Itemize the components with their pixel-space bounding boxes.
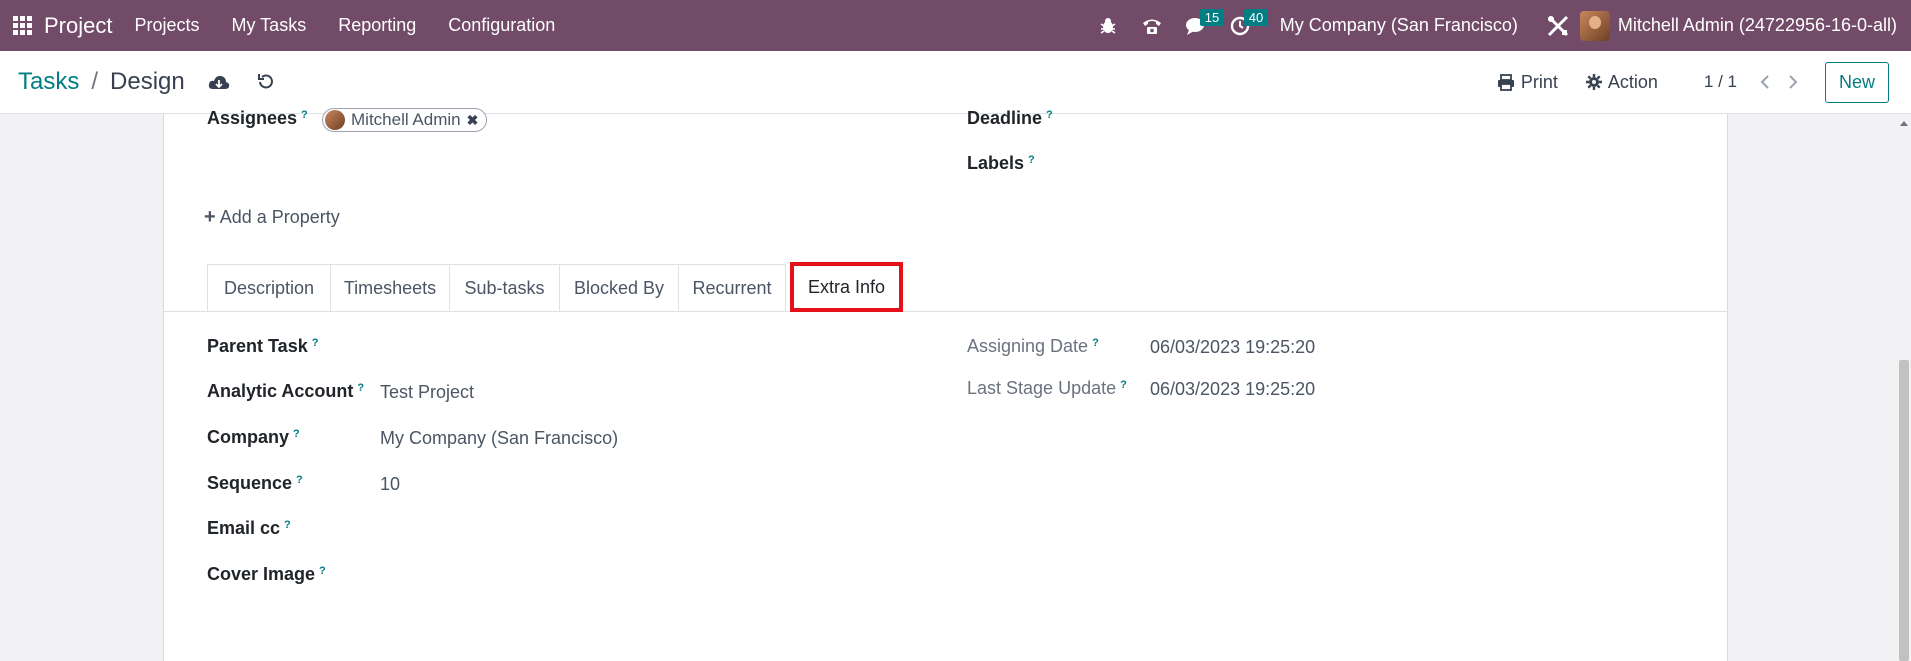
tab-blocked-by[interactable]: Blocked By xyxy=(559,264,679,311)
control-panel: Tasks / Design Print Action 1 / 1 New xyxy=(0,51,1911,114)
sequence-label: Sequence? xyxy=(207,473,303,493)
save-cloud-icon[interactable] xyxy=(199,62,239,102)
add-property-label: Add a Property xyxy=(219,207,340,227)
user-menu[interactable]: Mitchell Admin (24722956-16-0-all) xyxy=(1579,10,1897,41)
assignee-avatar xyxy=(325,110,345,130)
print-icon xyxy=(1497,73,1514,91)
tools-icon[interactable] xyxy=(1536,0,1580,51)
last-stage-update-label: Last Stage Update? xyxy=(967,378,1127,398)
user-avatar xyxy=(1579,10,1610,41)
notebook-tabs: Description Timesheets Sub-tasks Blocked… xyxy=(163,262,1728,312)
tab-recurrent[interactable]: Recurrent xyxy=(678,264,786,311)
deadline-label: Deadline? xyxy=(967,108,1053,128)
print-label: Print xyxy=(1520,71,1558,92)
company-field[interactable]: My Company (San Francisco) xyxy=(380,428,618,449)
remove-tag-icon[interactable]: ✖ xyxy=(467,112,479,129)
assigning-date-value: 06/03/2023 19:25:20 xyxy=(1150,337,1316,357)
company-label: Company? xyxy=(207,427,300,447)
top-navbar: Project Projects My Tasks Reporting Conf… xyxy=(0,0,1911,51)
new-button[interactable]: New xyxy=(1824,61,1889,103)
app-brand[interactable]: Project xyxy=(44,13,112,39)
plus-icon: + xyxy=(204,206,216,228)
scrollbar-thumb[interactable] xyxy=(1899,360,1909,661)
assignee-name: Mitchell Admin xyxy=(351,110,461,129)
discard-undo-icon[interactable] xyxy=(245,62,285,102)
action-button[interactable]: Action xyxy=(1585,71,1658,93)
phone-icon[interactable] xyxy=(1130,0,1174,51)
scroll-up-icon[interactable] xyxy=(1899,118,1909,128)
activity-badge: 40 xyxy=(1243,9,1269,26)
breadcrumb-separator: / xyxy=(91,68,99,95)
company-switcher[interactable]: My Company (San Francisco) xyxy=(1280,15,1518,36)
parent-task-label: Parent Task? xyxy=(207,336,319,356)
pager-value[interactable]: 1 / 1 xyxy=(1704,72,1737,92)
print-button[interactable]: Print xyxy=(1497,72,1558,93)
last-stage-update-value: 06/03/2023 19:25:20 xyxy=(1150,379,1316,399)
assignee-tag[interactable]: Mitchell Admin ✖ xyxy=(322,108,488,132)
tab-description[interactable]: Description xyxy=(207,264,331,311)
menu-my-tasks[interactable]: My Tasks xyxy=(232,15,307,36)
assignees-label: Assignees? xyxy=(207,108,308,128)
tab-timesheets[interactable]: Timesheets xyxy=(330,264,450,311)
menu-projects[interactable]: Projects xyxy=(134,15,199,36)
cover-image-label: Cover Image? xyxy=(207,564,326,584)
breadcrumb-tasks[interactable]: Tasks xyxy=(18,68,79,96)
breadcrumb: Tasks / Design xyxy=(18,68,185,96)
chat-icon[interactable]: 15 xyxy=(1174,0,1225,51)
analytic-account-label: Analytic Account? xyxy=(207,381,365,401)
analytic-account-field[interactable]: Test Project xyxy=(380,382,474,403)
add-property-button[interactable]: + Add a Property xyxy=(204,206,340,229)
menu-configuration[interactable]: Configuration xyxy=(448,15,555,36)
gear-icon xyxy=(1585,74,1602,90)
pager-prev-icon[interactable] xyxy=(1753,67,1777,97)
labels-label: Labels? xyxy=(967,153,1035,173)
menu-reporting[interactable]: Reporting xyxy=(338,15,416,36)
bug-icon[interactable] xyxy=(1086,0,1130,51)
apps-grid-icon[interactable] xyxy=(0,0,44,51)
tab-extra-info[interactable]: Extra Info xyxy=(790,262,903,312)
sequence-field[interactable]: 10 xyxy=(380,474,400,495)
tab-sub-tasks[interactable]: Sub-tasks xyxy=(449,264,560,311)
clock-icon[interactable]: 40 xyxy=(1218,0,1269,51)
breadcrumb-current: Design xyxy=(110,68,185,95)
pager-next-icon[interactable] xyxy=(1781,67,1805,97)
action-label: Action xyxy=(1607,71,1658,92)
user-name: Mitchell Admin (24722956-16-0-all) xyxy=(1617,15,1897,35)
email-cc-label: Email cc? xyxy=(207,518,291,538)
assigning-date-label: Assigning Date? xyxy=(967,336,1099,356)
